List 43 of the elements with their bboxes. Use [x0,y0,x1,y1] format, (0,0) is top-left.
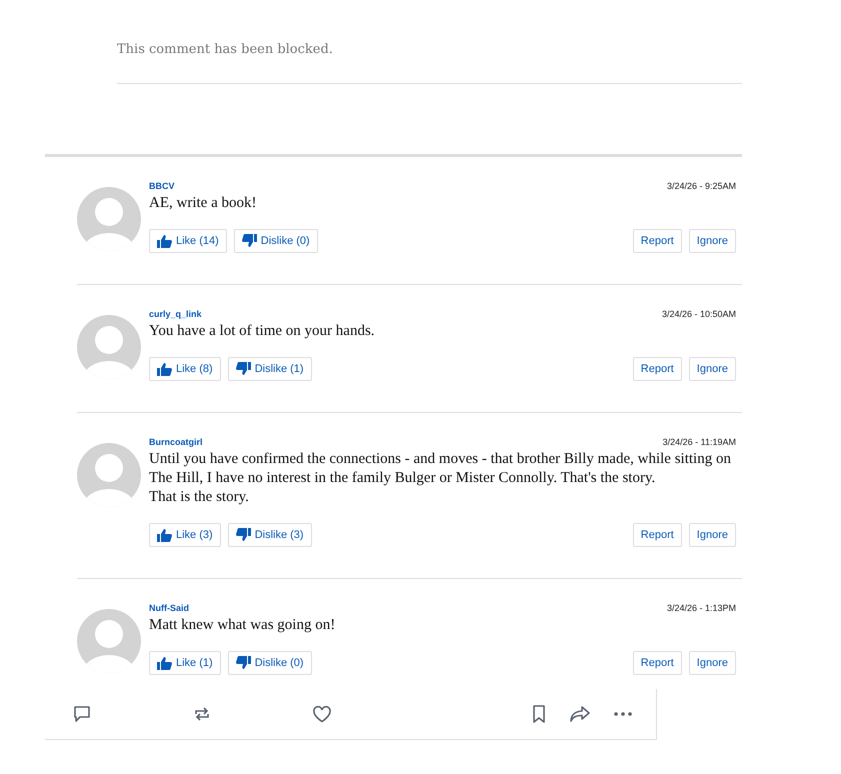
thumbs-down-icon [236,656,251,670]
comment-text: AE, write a book! [149,194,258,213]
ignore-button[interactable]: Ignore [688,357,736,381]
heart-icon[interactable] [313,706,331,722]
report-button[interactable]: Report [632,523,682,547]
timestamp: 3/24/26 - 1:13PM [666,603,736,613]
dislike-button[interactable]: Dislike (0) [234,229,318,253]
thumbs-up-icon [157,528,172,542]
comment-text: Until you have confirmed the connections - and moves - that brother Billy made, while sitting on The Hill, I have no interest in the family Bulger or Mister Connolly. That's the story. That is the story. [149,450,732,507]
author-link[interactable]: curly_q_link [149,309,202,319]
thumbs-up-icon [157,362,172,376]
thumbs-down-icon [236,528,251,542]
author-link[interactable]: BBCV [149,181,175,191]
comment-text: You have a lot of time on your hands. [149,322,376,341]
thumbs-up-icon [157,656,172,670]
thumbs-down-icon [236,362,251,376]
timestamp: 3/24/26 - 11:19AM [662,437,736,447]
bookmark-icon[interactable] [532,705,546,723]
dislike-button[interactable]: Dislike (3) [228,523,312,547]
like-button[interactable]: Like (3) [149,523,221,547]
blocked-notice: This comment has been blocked. [117,42,333,57]
thumbs-up-icon [157,234,172,248]
repost-icon[interactable] [193,705,211,723]
timestamp: 3/24/26 - 9:25AM [666,181,736,191]
comment-text: Matt knew what was going on! [149,616,336,635]
report-button[interactable]: Report [632,229,682,253]
dislike-button[interactable]: Dislike (0) [228,651,312,675]
share-icon[interactable] [570,706,590,722]
dislike-button[interactable]: Dislike (1) [228,357,312,381]
author-link[interactable]: Burncoatgirl [149,437,203,447]
report-button[interactable]: Report [632,357,682,381]
thumbs-down-icon [242,234,257,248]
like-button[interactable]: Like (8) [149,357,221,381]
like-button[interactable]: Like (1) [149,651,221,675]
more-icon[interactable] [614,712,632,716]
report-button[interactable]: Report [632,651,682,675]
comment-icon[interactable] [73,705,91,723]
ignore-button[interactable]: Ignore [688,651,736,675]
author-link[interactable]: Nuff-Said [149,603,189,613]
ignore-button[interactable]: Ignore [688,229,736,253]
timestamp: 3/24/26 - 10:50AM [662,309,736,319]
ignore-button[interactable]: Ignore [688,523,736,547]
like-button[interactable]: Like (14) [149,229,227,253]
